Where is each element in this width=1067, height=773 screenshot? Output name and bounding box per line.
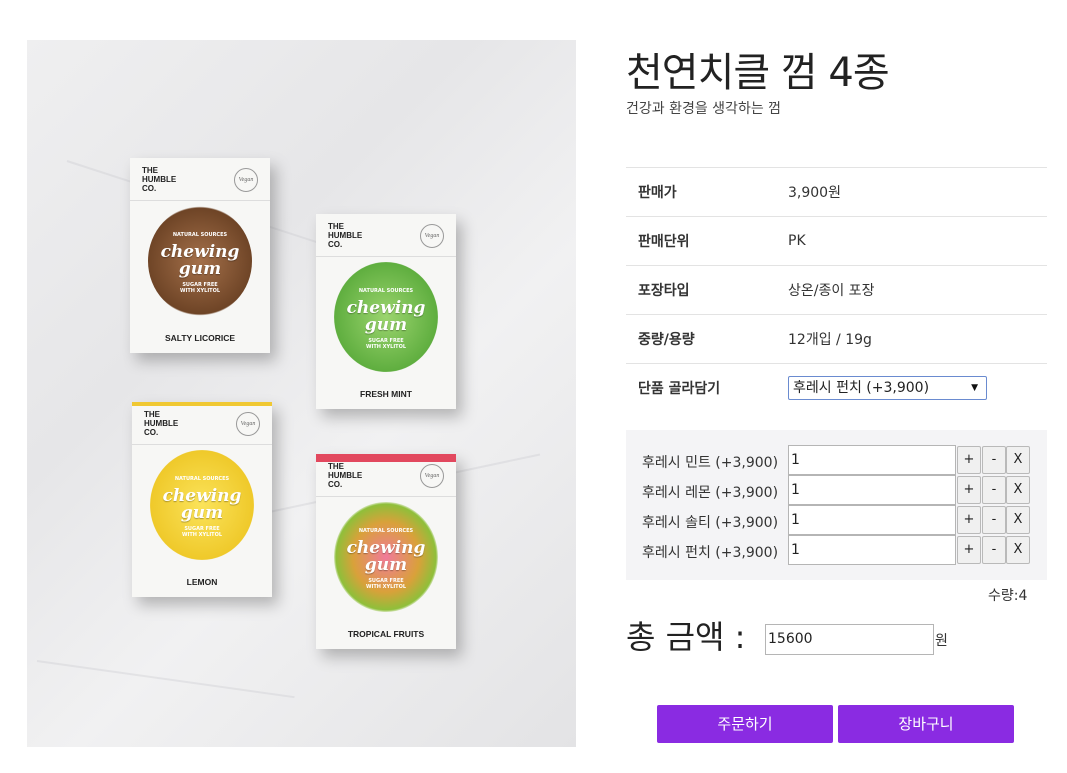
info-row-packaging: 포장타입 상온/종이 포장	[626, 265, 1047, 315]
pack-name: chewing gum	[162, 486, 242, 523]
decrease-button[interactable]: -	[982, 446, 1006, 474]
info-label: 판매단위	[626, 216, 788, 266]
marble-vein	[36, 660, 295, 699]
decrease-button[interactable]: -	[982, 476, 1006, 504]
quantity-input[interactable]: 1	[788, 475, 956, 505]
pack-name: chewing gum	[160, 242, 240, 279]
info-label: 판매가	[626, 167, 788, 217]
pack-flavor: LEMON	[186, 577, 218, 587]
info-row-price: 판매가 3,900원	[626, 167, 1047, 217]
currency-unit: 원	[935, 633, 948, 649]
gum-pack-lemon: THE HUMBLE CO. Vegan NATURAL SOURCES chewi…	[132, 402, 272, 597]
quantity-input[interactable]: 1	[788, 505, 956, 535]
option-label: 후레시 레몬 (+3,900)	[642, 485, 779, 501]
info-value: 후레시 펀치 (+3,900) ▼	[788, 363, 1047, 412]
pack-flavor: TROPICAL FRUITS	[347, 629, 425, 639]
selected-option-row: 후레시 레몬 (+3,900) 1 + - X	[626, 475, 1047, 505]
info-value: 3,900원	[788, 167, 1047, 217]
info-value: 상온/종이 포장	[788, 265, 1047, 315]
increase-button[interactable]: +	[957, 476, 981, 504]
increase-button[interactable]: +	[957, 446, 981, 474]
option-label: 후레시 펀치 (+3,900)	[642, 545, 779, 561]
total-amount-field[interactable]: 15600	[765, 624, 934, 655]
product-image: THE HUMBLE CO. Vegan NATURAL SOURCES chewi…	[27, 40, 576, 747]
vegan-badge: Vegan	[420, 464, 444, 488]
pack-flavor: FRESH MINT	[360, 389, 412, 399]
vegan-badge: Vegan	[420, 224, 444, 248]
vegan-badge: Vegan	[234, 168, 258, 192]
gum-pack-tropical-fruits: THE HUMBLE CO. Vegan NATURAL SOURCES chewi…	[316, 454, 456, 649]
quantity-input[interactable]: 1	[788, 535, 956, 565]
pack-brand: THE HUMBLE CO.	[144, 410, 179, 437]
remove-button[interactable]: X	[1006, 446, 1030, 474]
pack-brand: THE HUMBLE CO.	[142, 166, 177, 193]
pack-sugar-free: SUGAR FREE WITH XYLITOL	[179, 282, 221, 294]
option-label: 후레시 민트 (+3,900)	[642, 455, 779, 471]
option-label: 후레시 솔티 (+3,900)	[642, 515, 779, 531]
increase-button[interactable]: +	[957, 536, 981, 564]
pack-name: chewing gum	[346, 538, 426, 575]
info-row-single-select: 단품 골라담기 후레시 펀치 (+3,900) ▼	[626, 363, 1047, 412]
selected-option-row: 후레시 민트 (+3,900) 1 + - X	[626, 445, 1047, 475]
total-label: 총 금액 :	[626, 618, 746, 656]
product-info-table: 판매가 3,900원 판매단위 PK 포장타입 상온/종이 포장 중량/용량 1…	[626, 167, 1047, 412]
info-label: 포장타입	[626, 265, 788, 315]
pack-sugar-free: SUGAR FREE WITH XYLITOL	[181, 526, 223, 538]
pack-natural-sources: NATURAL SOURCES	[358, 528, 414, 534]
pack-name: chewing gum	[346, 298, 426, 335]
info-value: PK	[788, 216, 1047, 266]
remove-button[interactable]: X	[1006, 506, 1030, 534]
selected-option-row: 후레시 펀치 (+3,900) 1 + - X	[626, 535, 1047, 565]
order-button[interactable]: 주문하기	[657, 705, 833, 743]
quantity-count: 수량:4	[988, 588, 1028, 604]
increase-button[interactable]: +	[957, 506, 981, 534]
decrease-button[interactable]: -	[982, 506, 1006, 534]
pack-brand: THE HUMBLE CO.	[328, 222, 363, 249]
gum-pack-salty-licorice: THE HUMBLE CO. Vegan NATURAL SOURCES chewi…	[130, 158, 270, 353]
info-row-unit: 판매단위 PK	[626, 216, 1047, 266]
decrease-button[interactable]: -	[982, 536, 1006, 564]
option-select-value: 후레시 펀치 (+3,900)	[793, 380, 930, 396]
product-subtitle: 건강과 환경을 생각하는 껌	[626, 101, 782, 117]
info-row-weight: 중량/용량 12개입 / 19g	[626, 314, 1047, 364]
pack-natural-sources: NATURAL SOURCES	[358, 288, 414, 294]
info-label: 중량/용량	[626, 314, 788, 364]
selected-options-panel: 후레시 민트 (+3,900) 1 + - X 후레시 레몬 (+3,900) …	[626, 430, 1047, 580]
info-label: 단품 골라담기	[626, 363, 788, 412]
pack-flavor: SALTY LICORICE	[164, 333, 236, 343]
remove-button[interactable]: X	[1006, 536, 1030, 564]
pack-brand: THE HUMBLE CO.	[328, 462, 363, 489]
pack-natural-sources: NATURAL SOURCES	[174, 476, 230, 482]
pack-natural-sources: NATURAL SOURCES	[172, 232, 228, 238]
pack-sugar-free: SUGAR FREE WITH XYLITOL	[365, 338, 407, 350]
info-value: 12개입 / 19g	[788, 314, 1047, 364]
vegan-badge: Vegan	[236, 412, 260, 436]
product-title: 천연치클 껌 4종	[626, 50, 890, 96]
selected-option-row: 후레시 솔티 (+3,900) 1 + - X	[626, 505, 1047, 535]
quantity-input[interactable]: 1	[788, 445, 956, 475]
chevron-down-icon: ▼	[971, 383, 978, 393]
option-select[interactable]: 후레시 펀치 (+3,900) ▼	[788, 376, 987, 400]
remove-button[interactable]: X	[1006, 476, 1030, 504]
pack-sugar-free: SUGAR FREE WITH XYLITOL	[365, 578, 407, 590]
cart-button[interactable]: 장바구니	[838, 705, 1014, 743]
gum-pack-fresh-mint: THE HUMBLE CO. Vegan NATURAL SOURCES chewi…	[316, 214, 456, 409]
